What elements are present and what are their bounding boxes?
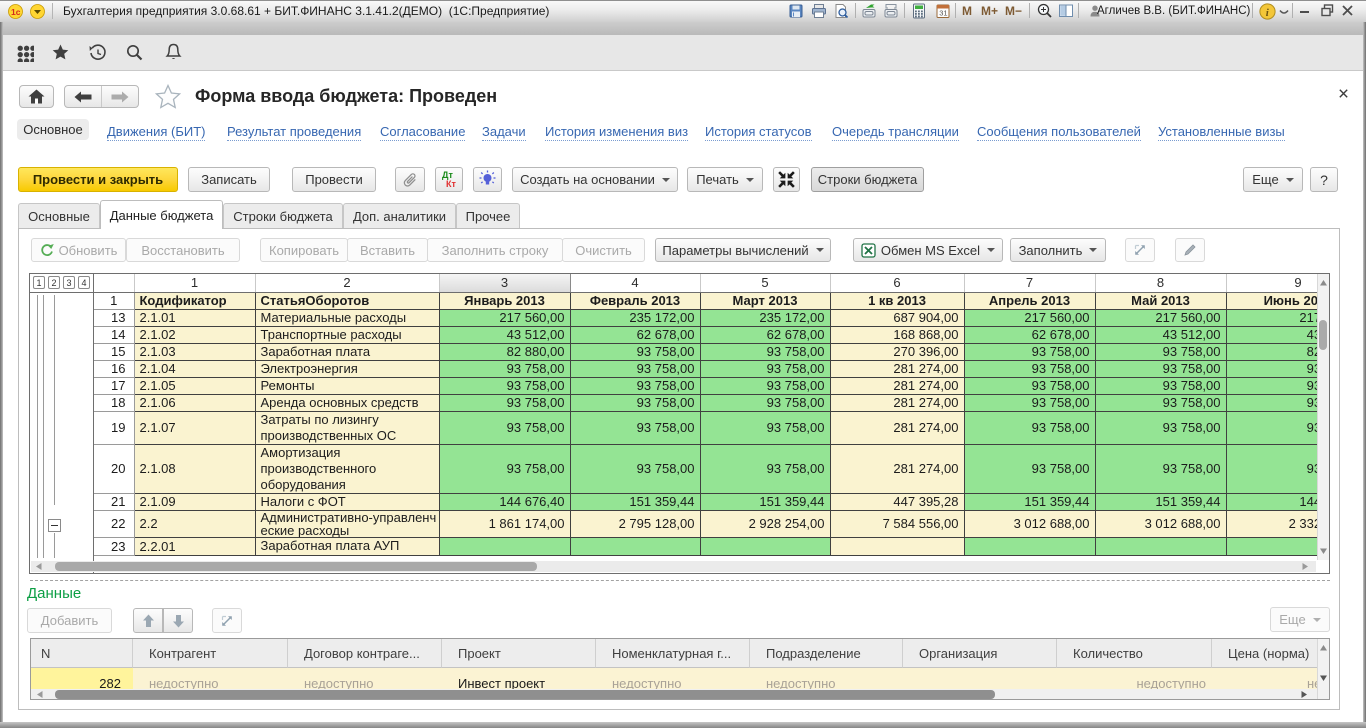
svg-text:1c: 1c [11,7,21,17]
svg-text:31: 31 [939,9,947,18]
